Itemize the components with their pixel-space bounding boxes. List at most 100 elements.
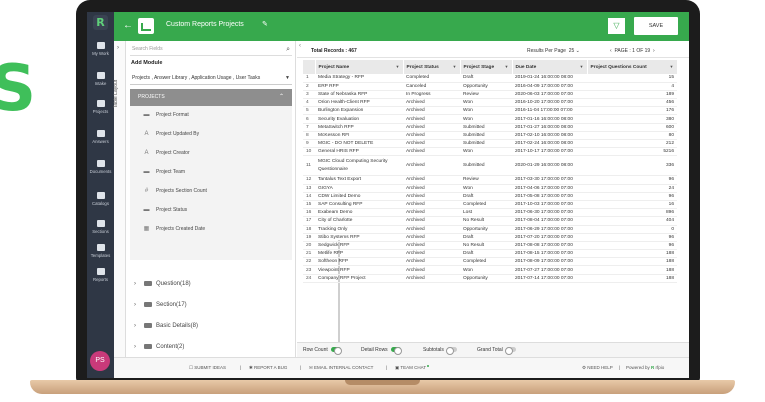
field-item[interactable]: ▬ Project Format (130, 106, 292, 125)
report-bug-link[interactable]: ✱ REPORT A BUG (249, 365, 287, 371)
chevron-right-icon[interactable]: › (134, 295, 144, 315)
report-table: Project Name ▼ Project Status ▼ Project Stag… (303, 60, 687, 342)
table-row[interactable]: 24 Company RFP Project Archived Opportunity… (303, 274, 677, 283)
column-header[interactable]: Project Questions Count ▼ (587, 60, 678, 74)
avatar[interactable]: PS (90, 351, 110, 371)
edit-pencil-icon[interactable]: ✎ (262, 20, 268, 28)
nav-item-catalogs[interactable]: Catalogs (87, 192, 114, 206)
chevron-right-icon[interactable]: › (134, 337, 144, 357)
toggle-switch[interactable] (330, 346, 342, 355)
table-row[interactable]: 6 Security Evaluation Archived Won 2017-01-1… (303, 114, 677, 124)
table-row[interactable]: 7 MetaSwitch RFP Archived Submitted 2017-01-… (303, 123, 677, 132)
table-row[interactable]: 3 State of Nebraska RFP In Progress Review 2… (303, 90, 677, 100)
toggle-switch[interactable] (504, 346, 516, 355)
table-row[interactable]: 10 General HRIS RFP Archived Won 2017-10-17 … (303, 147, 677, 157)
field-group-item[interactable]: › Content(2) (134, 337, 184, 357)
table-cell: Archived (403, 233, 460, 242)
chevron-right-icon[interactable]: › (134, 316, 144, 336)
table-row[interactable]: 13 GIGYA Archived Won 2017-04-06 17:00:00 07… (303, 184, 677, 193)
field-item[interactable]: ▬ Project Status (130, 201, 292, 220)
sort-caret-icon[interactable]: ▼ (580, 64, 584, 69)
nav-item-my-work[interactable]: My Work (87, 42, 114, 56)
table-row[interactable]: 16 Exabeam Demo Archived Lost 2017-06-30 17:… (303, 208, 677, 218)
results-per-page[interactable]: Results Per Page 25 ⌄ (527, 48, 580, 54)
search-fields-input[interactable]: Search Fields ⌕ (130, 43, 292, 56)
table-row[interactable]: 14 CDW Limited Demo Archived Draft 2017-05-0… (303, 192, 677, 201)
email-contact-link[interactable]: ✉ EMAIL INTERNAL CONTACT (309, 365, 373, 371)
sections-icon (96, 220, 105, 227)
chevron-down-icon[interactable]: ⌄ (576, 48, 580, 54)
nav-item-reports[interactable]: Reports (87, 268, 114, 282)
table-row[interactable]: 4 Orion Health-Client RFP Archived Won 2016-… (303, 98, 677, 108)
prev-page-icon[interactable]: ‹ (610, 48, 612, 54)
sort-caret-icon[interactable]: ▼ (396, 64, 400, 69)
field-item[interactable]: # Projects Section Count (130, 182, 292, 201)
toggle-row-count[interactable]: Row Count (303, 346, 342, 355)
table-row[interactable]: 9 MGIC - DO NOT DELETE Archived Submitted 20… (303, 139, 677, 149)
chevron-right-icon[interactable]: › (134, 274, 144, 294)
table-row[interactable]: 2 ERP RFP Canceled Opportunity 2016-04-09 17… (303, 82, 677, 91)
nav-item-answers[interactable]: Answers (87, 130, 114, 144)
column-header-label: Project Questions Count (590, 64, 647, 70)
next-page-icon[interactable]: › (653, 48, 655, 54)
nav-item-sections[interactable]: Sections (87, 220, 114, 234)
save-button[interactable]: SAVE (634, 17, 678, 35)
table-row[interactable]: 20 Sedgwick RFP Archived No Result 2017-08-0… (303, 241, 677, 251)
results-per-page-value[interactable]: 25 (569, 48, 575, 54)
table-row[interactable]: 22 Softheon RFP Archived Completed 2017-08-0… (303, 257, 677, 267)
filter-icon[interactable]: ▽ (608, 18, 625, 34)
toggle-switch[interactable] (390, 346, 402, 355)
table-row[interactable]: 15 SAP Consulting RFP Archived Completed 201… (303, 200, 677, 210)
toggle-grand-total[interactable]: Grand Total (477, 346, 516, 355)
nav-item-intake[interactable]: Intake (87, 72, 114, 86)
collapse-panel-icon[interactable]: ‹ (299, 43, 301, 49)
powered-by: Powered by R rfpio (626, 365, 664, 370)
field-item[interactable]: A Project Updated By (130, 125, 292, 144)
search-icon[interactable]: ⌕ (286, 43, 290, 56)
chevron-right-icon[interactable]: › (117, 45, 119, 51)
column-header[interactable]: Project Stage ▼ (460, 60, 513, 74)
column-header[interactable]: Project Name ▼ (315, 60, 404, 74)
table-row[interactable]: 21 Metlife RFP Archived Draft 2017-08-15 17:… (303, 249, 677, 259)
chevron-up-icon[interactable]: ⌃ (279, 89, 284, 106)
table-layout-tab[interactable]: › Table Layout (113, 41, 126, 357)
team-chat-link[interactable]: ▣ TEAM CHAT (395, 365, 430, 371)
table-row[interactable]: 5 Burlington Expansion Archived Won 2016-11-… (303, 106, 677, 116)
field-group-item[interactable]: › Question(18) (134, 274, 191, 294)
back-arrow-icon[interactable]: ← (123, 20, 133, 31)
table-row[interactable]: 1 Media Strategy - RFP Completed Draft 2019-… (303, 74, 677, 83)
field-group-item[interactable]: › Basic Details(8) (134, 316, 198, 336)
table-row[interactable]: 18 Tracking Only Archived Opportunity 2017-0… (303, 225, 677, 234)
field-item[interactable]: ▬ Project Team (130, 163, 292, 182)
chevron-down-icon[interactable]: ▼ (285, 72, 290, 84)
field-group-item[interactable]: › Section(17) (134, 295, 187, 315)
table-row[interactable]: 19 Stibo Systems RFP Archived Draft 2017-07-… (303, 233, 677, 242)
app-logo-icon[interactable]: R (93, 15, 108, 30)
field-item[interactable]: ▦ Projects Created Date (130, 220, 292, 239)
projects-group-header[interactable]: PROJECTS ⌃ (130, 89, 292, 106)
toggle-detail-rows[interactable]: Detail Rows (361, 346, 402, 355)
table-row[interactable]: 11 MGIC Cloud Computing Security Question… (303, 155, 677, 177)
module-select[interactable]: Projects , Answer Library , Application … (130, 72, 292, 85)
sort-caret-icon[interactable]: ▼ (453, 64, 457, 69)
table-cell: 188 (587, 274, 677, 283)
brand-logo[interactable]: R (651, 365, 654, 370)
need-help-link[interactable]: ⚙ NEED HELP (582, 365, 613, 371)
column-header[interactable]: Project Status ▼ (403, 60, 461, 74)
table-cell: General HRIS RFP (315, 147, 403, 157)
table-row[interactable]: 8 McKesson RFI Archived Submitted 2017-02-10… (303, 131, 677, 141)
table-row[interactable]: 12 Tantalus Text Export Archived Review 2017… (303, 175, 677, 185)
toggle-switch[interactable] (445, 346, 457, 355)
column-header[interactable]: Due Date ▼ (512, 60, 588, 74)
sort-caret-icon[interactable]: ▼ (670, 64, 674, 69)
table-cell: Archived (403, 249, 460, 259)
nav-item-projects[interactable]: Projects (87, 100, 114, 114)
toggle-subtotals[interactable]: Subtotals (423, 346, 457, 355)
table-row[interactable]: 17 City of Charlotte Archived No Result 2017… (303, 216, 677, 226)
submit-ideas-link[interactable]: ☐ SUBMIT IDEAS (189, 365, 226, 371)
table-row[interactable]: 23 Viewpoint RFP Archived Won 2017-07-27 17:… (303, 265, 677, 275)
sort-caret-icon[interactable]: ▼ (505, 64, 509, 69)
nav-item-templates[interactable]: Templates (87, 244, 114, 258)
field-item[interactable]: A Project Creator (130, 144, 292, 163)
nav-item-documents[interactable]: Documents (87, 160, 114, 174)
